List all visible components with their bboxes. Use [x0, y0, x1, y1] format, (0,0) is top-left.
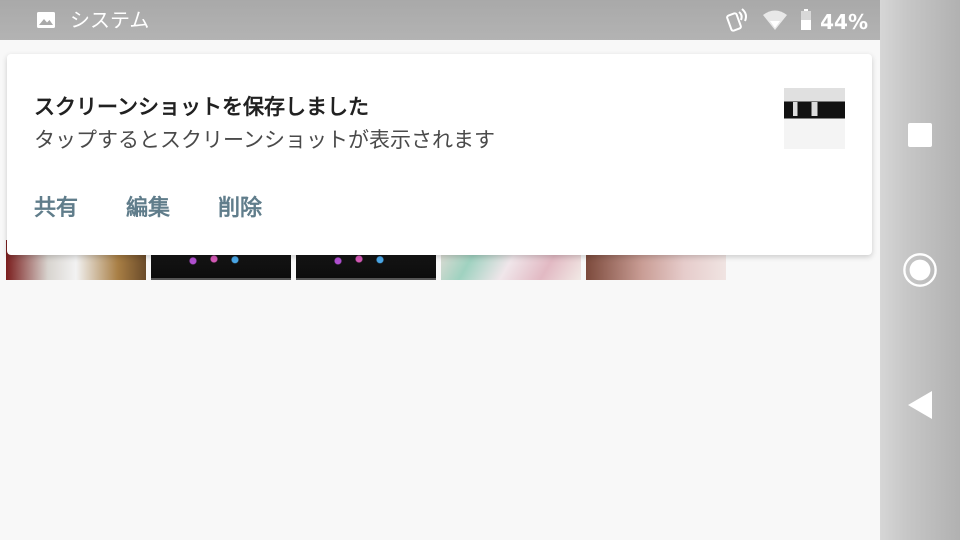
status-app-label: システム: [70, 8, 150, 32]
notification-actions: 共有 編集 削除: [34, 190, 310, 222]
status-bar: システム 44%: [0, 0, 880, 40]
screenshot-preview-thumbnail[interactable]: [784, 88, 845, 149]
nfc-icon: [724, 8, 750, 36]
screenshot-notification[interactable]: スクリーンショットを保存しました タップするとスクリーンショットが表示されます …: [7, 54, 872, 255]
back-icon[interactable]: [902, 387, 938, 423]
wifi-icon: [762, 9, 788, 35]
image-icon: [36, 11, 56, 29]
notification-text: タップするとスクリーンショットが表示されます: [34, 128, 495, 152]
share-button[interactable]: 共有: [34, 190, 78, 222]
notification-title: スクリーンショットを保存しました: [34, 95, 369, 119]
home-icon[interactable]: [902, 252, 938, 288]
delete-button[interactable]: 削除: [218, 190, 262, 222]
battery-percentage: 44%: [820, 10, 868, 34]
battery-icon: [800, 9, 812, 35]
navigation-bar: [880, 0, 960, 540]
edit-button[interactable]: 編集: [126, 190, 170, 222]
recent-apps-icon[interactable]: [902, 117, 938, 153]
